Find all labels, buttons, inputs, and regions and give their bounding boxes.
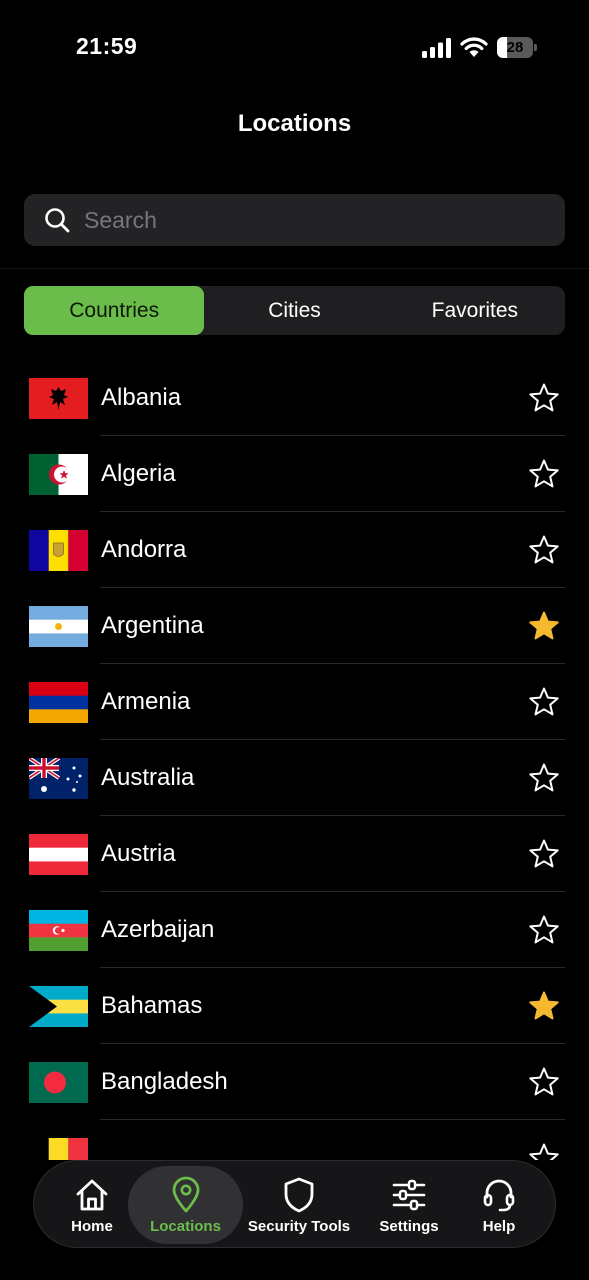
battery-percent: 28 [506,39,524,56]
bangladesh-flag-icon [29,1062,88,1103]
home-icon [76,1179,108,1211]
country-row-andorra[interactable]: Andorra [0,512,589,588]
favorite-star-icon[interactable] [528,1066,560,1098]
sliders-icon [392,1179,426,1211]
location-pin-icon [172,1176,199,1213]
tab-favorites[interactable]: Favorites [385,286,565,335]
country-row-australia[interactable]: Australia [0,740,589,816]
country-row-bangladesh[interactable]: Bangladesh [0,1044,589,1120]
argentina-flag-icon [29,606,88,647]
status-time: 21:59 [76,33,138,59]
tab-settings-label: Settings [379,1218,439,1235]
country-name: Armenia [101,688,191,715]
tab-countries[interactable]: Countries [24,286,205,335]
favorite-star-icon[interactable] [528,686,560,718]
search-bar[interactable] [24,194,565,246]
country-name: Algeria [101,460,176,487]
country-name: Australia [101,764,195,791]
tab-home-label: Home [71,1218,113,1235]
headset-icon [483,1179,515,1212]
country-name: Albania [101,384,182,411]
bottom-tab-bar: Home Locations Security Tools Settings H… [33,1160,556,1248]
favorite-star-filled-icon[interactable] [528,610,560,642]
favorite-star-icon[interactable] [528,534,560,566]
country-row-argentina[interactable]: Argentina [0,588,589,664]
country-row-azerbaijan[interactable]: Azerbaijan [0,892,589,968]
country-row-armenia[interactable]: Armenia [0,664,589,740]
status-bar: 21:59 28 [0,0,589,95]
shield-icon [284,1177,314,1213]
albania-flag-icon [29,378,88,419]
tab-security-tools-label: Security Tools [247,1218,351,1235]
tab-locations-label: Locations [150,1218,221,1235]
tab-locations[interactable]: Locations [128,1166,243,1244]
country-row-austria[interactable]: Austria [0,816,589,892]
australia-flag-icon [29,758,88,799]
page-title: Locations [237,110,352,137]
country-row-algeria[interactable]: Algeria [0,436,589,512]
country-name: Bangladesh [101,1068,228,1095]
favorite-star-icon[interactable] [528,914,560,946]
armenia-flag-icon [29,682,88,723]
favorite-star-icon[interactable] [528,1142,560,1160]
andorra-flag-icon [29,530,88,571]
country-name: Azerbaijan [101,916,215,943]
country-row-partial[interactable] [0,1120,589,1160]
search-input[interactable] [84,194,544,246]
header-divider [0,268,589,269]
country-list: Albania Algeria Andorra Argentina Armeni… [0,360,589,1160]
tab-home[interactable]: Home [56,1161,128,1249]
search-icon [45,208,70,233]
favorite-star-icon[interactable] [528,838,560,870]
country-name: Bahamas [101,992,203,1019]
tab-settings[interactable]: Settings [374,1161,444,1249]
country-row-bahamas[interactable]: Bahamas [0,968,589,1044]
battery-indicator: 28 [497,37,537,58]
country-name: Austria [101,840,176,867]
belgium-flag-icon [29,1138,88,1160]
favorite-star-icon[interactable] [528,382,560,414]
favorite-star-icon[interactable] [528,762,560,794]
azerbaijan-flag-icon [29,910,88,951]
country-name: Andorra [101,536,187,563]
tab-help[interactable]: Help [466,1161,532,1249]
wifi-icon [460,37,488,57]
austria-flag-icon [29,834,88,875]
country-name: Argentina [101,612,204,639]
algeria-flag-icon [29,454,88,495]
bahamas-flag-icon [29,986,88,1027]
cellular-signal-icon [422,38,451,58]
tab-security-tools[interactable]: Security Tools [247,1161,351,1249]
segmented-control: Countries Cities Favorites [24,286,565,335]
favorite-star-icon[interactable] [528,458,560,490]
tab-cities[interactable]: Cities [204,286,384,335]
favorite-star-filled-icon[interactable] [528,990,560,1022]
country-row-albania[interactable]: Albania [0,360,589,436]
tab-help-label: Help [482,1218,516,1235]
